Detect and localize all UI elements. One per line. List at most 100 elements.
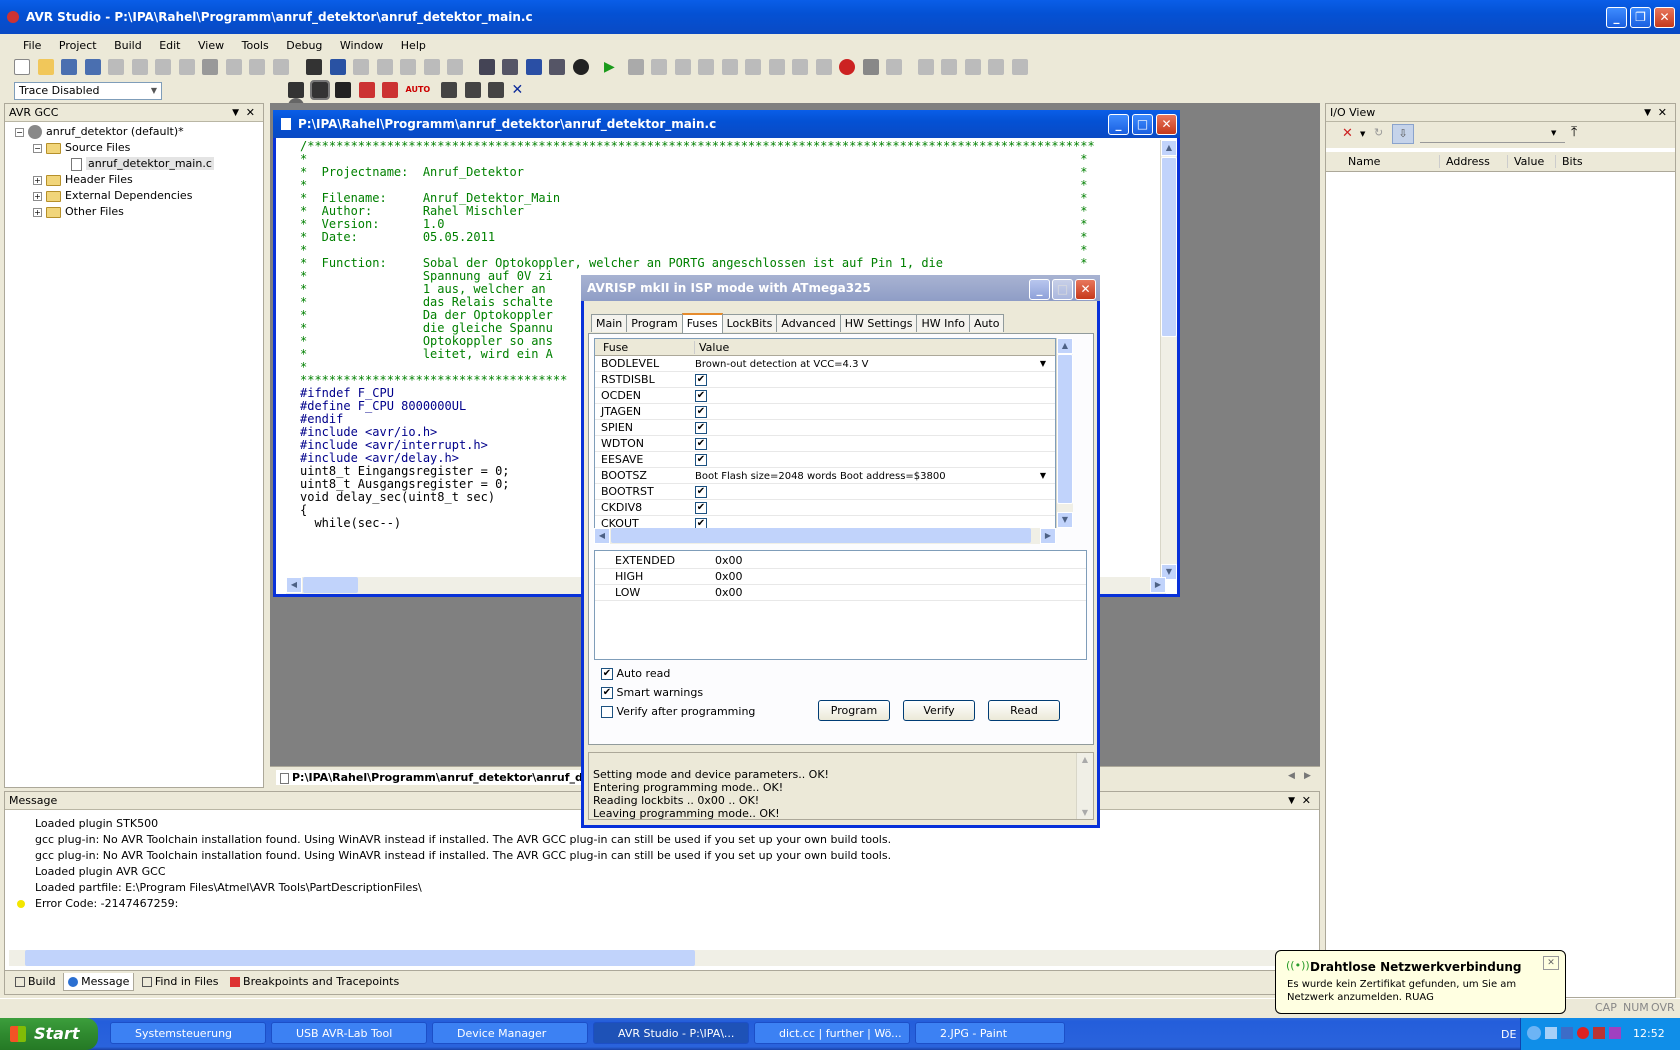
tray-extra-icon[interactable] xyxy=(1609,1027,1621,1039)
expand-icon[interactable]: + xyxy=(33,207,42,217)
auto-icon[interactable]: AUTO xyxy=(406,82,431,98)
read-button[interactable]: Read xyxy=(988,700,1060,721)
network-icon[interactable] xyxy=(1545,1027,1557,1039)
menu-view[interactable]: View xyxy=(191,37,231,54)
dialog-maximize-button[interactable]: □ xyxy=(1052,279,1073,300)
verify-after-checkbox[interactable] xyxy=(601,706,613,718)
trace-select[interactable]: Trace Disabled ▼ xyxy=(14,82,162,100)
task-avr-studio[interactable]: AVR Studio - P:\IPA\... xyxy=(593,1022,749,1044)
auto-read-checkbox[interactable]: ✔ xyxy=(601,668,613,680)
panel-close-icon[interactable]: ✕ xyxy=(246,104,255,122)
col-bits[interactable]: Bits xyxy=(1555,155,1583,168)
window-5-icon[interactable] xyxy=(1011,59,1028,75)
smart-warnings-option[interactable]: ✔ Smart warnings xyxy=(601,686,703,699)
tab-main[interactable]: Main xyxy=(591,314,628,332)
fuse-checkbox[interactable]: ✔ xyxy=(695,372,707,387)
tray-app-icon[interactable] xyxy=(1561,1027,1573,1039)
col-name[interactable]: Name xyxy=(1348,155,1380,168)
chip-program-icon[interactable] xyxy=(335,82,351,98)
scroll-right-icon[interactable]: ▶ xyxy=(1040,528,1056,544)
window-2-icon[interactable] xyxy=(941,59,957,75)
task-dict-cc[interactable]: dict.cc | further | Wö... xyxy=(754,1022,910,1044)
bookmark-prev-icon[interactable] xyxy=(376,59,393,75)
fuse-checkbox[interactable]: ✔ xyxy=(695,436,707,451)
document-tab[interactable]: P:\IPA\Rahel\Programm\anruf_detektor\anr… xyxy=(276,770,595,785)
smart-warnings-checkbox[interactable]: ✔ xyxy=(601,687,613,699)
col-address[interactable]: Address xyxy=(1439,155,1490,168)
tab-auto[interactable]: Auto xyxy=(968,314,1005,332)
stop-icon[interactable] xyxy=(627,59,644,75)
breakpoint-clear-icon[interactable] xyxy=(862,59,879,75)
register-value[interactable]: 0x00 xyxy=(715,569,743,584)
menu-help[interactable]: Help xyxy=(394,37,433,54)
step-over-icon[interactable] xyxy=(651,59,667,75)
fuse-checkbox[interactable]: ✔ xyxy=(695,500,707,515)
scroll-up-icon[interactable]: ▲ xyxy=(1161,140,1177,156)
print-icon[interactable] xyxy=(202,59,218,75)
tab-program[interactable]: Program xyxy=(626,314,683,332)
open-folder-icon[interactable] xyxy=(37,59,54,75)
col-value[interactable]: Value xyxy=(1507,155,1544,168)
tray-chevron-icon[interactable] xyxy=(1527,1026,1541,1040)
collapse-icon[interactable]: − xyxy=(15,127,24,137)
connect-icon[interactable] xyxy=(358,82,375,98)
panel-dropdown-icon[interactable]: ▼ xyxy=(232,104,239,122)
menu-window[interactable]: Window xyxy=(333,37,390,54)
chip-icon[interactable] xyxy=(478,59,495,75)
dialog-close-button[interactable]: ✕ xyxy=(1075,279,1096,300)
hscroll-thumb[interactable] xyxy=(611,528,1031,543)
memory-icon[interactable] xyxy=(441,82,457,98)
window-1-icon[interactable] xyxy=(917,59,934,75)
editor-maximize-button[interactable]: □ xyxy=(1132,114,1153,135)
tab-message[interactable]: Message xyxy=(63,973,135,991)
cross-icon[interactable]: ✕ xyxy=(512,82,528,98)
register-value[interactable]: 0x00 xyxy=(715,585,743,600)
fuse-select[interactable]: Brown-out detection at VCC=4.3 V ▼ xyxy=(695,356,1050,372)
editor-minimize-button[interactable]: _ xyxy=(1108,114,1129,135)
tools-icon[interactable] xyxy=(502,59,518,75)
menu-build[interactable]: Build xyxy=(107,37,149,54)
log-vscroll[interactable]: ▲ ▼ xyxy=(1076,753,1093,819)
scroll-down-icon[interactable]: ▼ xyxy=(1057,512,1073,528)
tab-hw-settings[interactable]: HW Settings xyxy=(839,314,918,332)
step-into-icon[interactable] xyxy=(721,59,738,75)
reset-icon[interactable] xyxy=(698,59,714,75)
window-3-icon[interactable] xyxy=(964,59,981,75)
com-icon[interactable] xyxy=(288,82,304,98)
find-icon[interactable] xyxy=(249,59,265,75)
fuse-checkbox[interactable]: ✔ xyxy=(695,484,707,499)
language-indicator[interactable]: DE xyxy=(1501,1028,1516,1041)
chevron-down-icon[interactable]: ▼ xyxy=(1040,356,1046,371)
scroll-up-icon[interactable]: ▲ xyxy=(1077,753,1093,766)
tab-find-in-files[interactable]: Find in Files xyxy=(138,973,223,991)
task-paint[interactable]: 2.JPG - Paint xyxy=(915,1022,1065,1044)
scroll-down-icon[interactable]: ▼ xyxy=(1077,806,1093,819)
tab-hw-info[interactable]: HW Info xyxy=(916,314,970,332)
message-hscroll[interactable] xyxy=(9,950,1314,966)
connect-alt-icon[interactable] xyxy=(382,82,398,98)
dialog-minimize-button[interactable]: _ xyxy=(1029,279,1050,300)
step-out-icon[interactable] xyxy=(745,59,761,75)
binoculars-icon[interactable] xyxy=(306,59,322,75)
debug-chip-icon[interactable] xyxy=(572,59,589,75)
verify-after-option[interactable]: Verify after programming xyxy=(601,705,755,718)
menu-project[interactable]: Project xyxy=(52,37,104,54)
scroll-up-icon[interactable]: ▲ xyxy=(1057,338,1073,354)
undo-icon[interactable] xyxy=(108,59,124,75)
collapse-all-icon[interactable]: ⤒ xyxy=(1571,124,1577,140)
bookmark-icon[interactable] xyxy=(329,59,346,75)
tab-advanced[interactable]: Advanced xyxy=(776,314,841,332)
new-file-icon[interactable] xyxy=(14,59,30,75)
chevron-down-icon[interactable]: ▼ xyxy=(1040,468,1046,483)
menu-debug[interactable]: Debug xyxy=(279,37,329,54)
pause-icon[interactable] xyxy=(674,59,691,75)
security-icon[interactable] xyxy=(1593,1027,1605,1039)
panel-dropdown-icon[interactable]: ▼ xyxy=(1288,792,1295,810)
tab-scroll-right-icon[interactable]: ▶ xyxy=(1304,771,1311,781)
hscroll-thumb[interactable] xyxy=(25,950,695,966)
expand-icon[interactable]: + xyxy=(33,191,42,201)
tab-breakpoints[interactable]: Breakpoints and Tracepoints xyxy=(226,973,403,991)
refresh-icon[interactable]: ↻ xyxy=(1374,126,1383,139)
trace-icon[interactable] xyxy=(886,59,902,75)
panel-close-icon[interactable]: ✕ xyxy=(1658,104,1667,122)
